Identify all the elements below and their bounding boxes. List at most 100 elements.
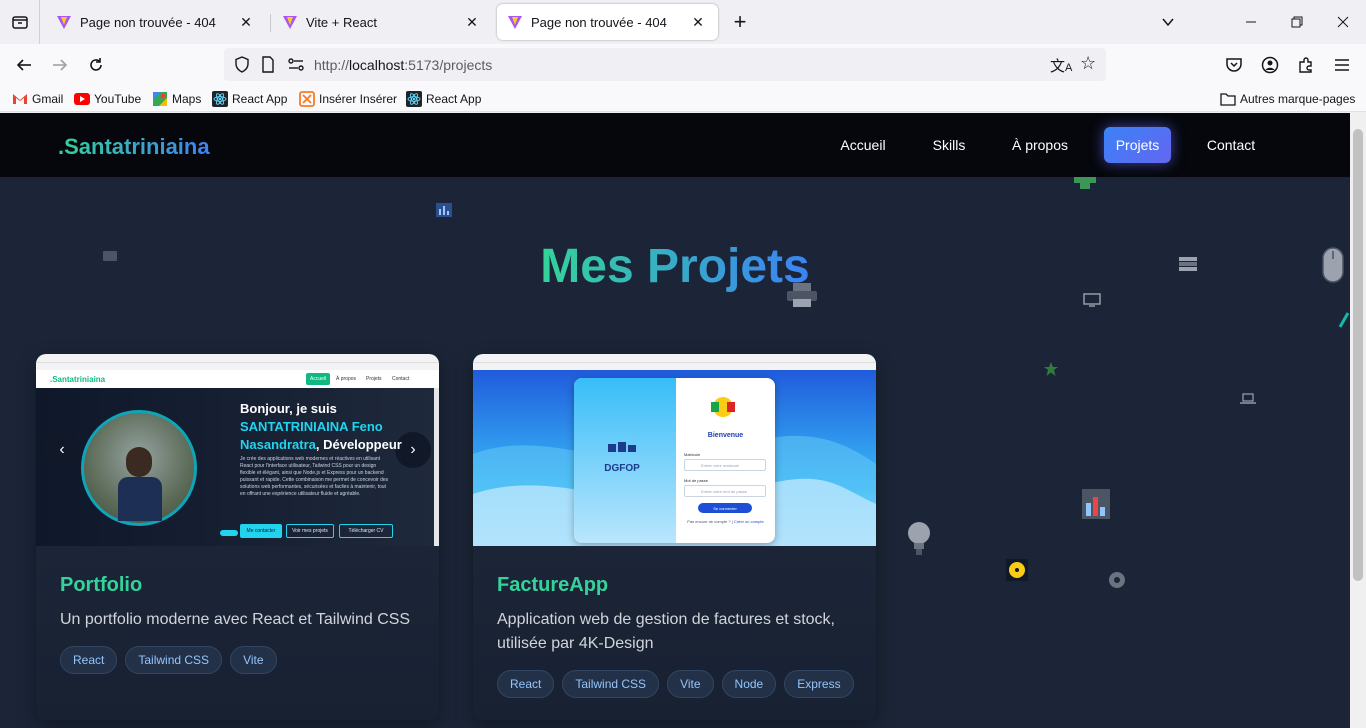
bookmark-label: Insérer Insérer (319, 92, 398, 106)
list-all-tabs-button[interactable] (1145, 0, 1191, 44)
project-screenshot: DGFOP Bienvenue Matricule Entrer votre m… (473, 354, 876, 546)
tech-tag: React (60, 646, 118, 674)
menu-button[interactable] (1330, 53, 1354, 77)
bookmark-react-app-2[interactable]: React App (406, 90, 481, 108)
nav-link-skills[interactable]: Skills (918, 127, 980, 163)
bookmark-label: Maps (172, 92, 202, 106)
tech-tag: Vite (230, 646, 277, 674)
project-card-factureapp[interactable]: DGFOP Bienvenue Matricule Entrer votre m… (473, 354, 876, 720)
address-bar[interactable]: http://localhost:5173/projects 文A ☆ (224, 48, 1106, 81)
tab-list-button[interactable] (0, 0, 40, 44)
scrollbar-thumb[interactable] (1353, 129, 1363, 581)
preview-brand: .Santatriniaina (50, 375, 106, 384)
project-tags: React Tailwind CSS Vite Node Express (497, 670, 854, 698)
browser-tab-3-active[interactable]: Page non trouvée - 404 ✕ (497, 4, 718, 40)
nav-link-projets[interactable]: Projets (1104, 127, 1171, 163)
url-text[interactable]: http://localhost:5173/projects (314, 57, 492, 73)
tab-list-icon (11, 16, 28, 29)
puzzle-icon (1299, 57, 1312, 73)
preview-login-left: DGFOP (574, 378, 676, 543)
close-icon[interactable]: ✕ (462, 12, 482, 32)
bookmark-youtube[interactable]: YouTube (74, 90, 141, 108)
preview-greeting: Bonjour, je suis (240, 401, 337, 416)
chevron-down-icon (1162, 18, 1174, 27)
browser-tab-1[interactable]: Page non trouvée - 404 ✕ (46, 4, 266, 40)
dgfop-logo-icon: DGFOP (602, 442, 642, 474)
pocket-icon (1226, 58, 1242, 72)
nav-link-accueil[interactable]: Accueil (826, 127, 900, 163)
shield-icon[interactable] (234, 56, 250, 73)
nav-link-contact[interactable]: Contact (1194, 127, 1268, 163)
preview-field1-input: Entrer votre matricule (684, 459, 766, 471)
preview-site-header: .Santatriniaina Accueil À propos Projets… (36, 370, 439, 388)
disc-deco-icon (1006, 559, 1028, 581)
restore-icon (1291, 16, 1303, 28)
tech-tag: Tailwind CSS (562, 670, 660, 698)
gmail-icon (12, 91, 28, 107)
tab-separator (270, 14, 271, 32)
browser-tab-2[interactable]: Vite + React ✕ (272, 4, 492, 40)
minimize-button[interactable] (1228, 0, 1274, 44)
browser-tab-bar: Page non trouvée - 404 ✕ Vite + React ✕ … (0, 0, 1366, 44)
tech-tag: Tailwind CSS (125, 646, 223, 674)
vite-icon (283, 16, 297, 29)
restore-button[interactable] (1274, 0, 1320, 44)
close-icon[interactable]: ✕ (236, 12, 256, 32)
minimize-icon (1246, 21, 1256, 23)
page-icon[interactable] (261, 56, 275, 73)
vite-icon (57, 16, 71, 29)
forward-button[interactable] (48, 53, 72, 77)
other-bookmarks-folder[interactable]: Autres marque-pages (1220, 90, 1355, 108)
folder-icon (1220, 91, 1236, 107)
bookmark-star-icon[interactable]: ☆ (1080, 53, 1096, 74)
project-description: Un portfolio moderne avec React et Tailw… (60, 611, 411, 628)
back-button[interactable] (12, 53, 36, 77)
maps-icon (152, 91, 168, 107)
pocket-button[interactable] (1222, 53, 1246, 77)
bookmark-gmail[interactable]: Gmail (12, 90, 63, 108)
monitor-deco-icon (1083, 293, 1101, 307)
tab-title: Page non trouvée - 404 (531, 14, 667, 30)
emblem-icon (711, 397, 735, 417)
reload-button[interactable] (84, 53, 108, 77)
site-header: .Santatriniaina Accueil Skills À propos … (0, 113, 1350, 177)
preview-welcome: Bienvenue (707, 432, 744, 439)
bookmark-label: Gmail (32, 92, 64, 106)
pen-deco-icon (1338, 312, 1350, 328)
carousel-prev-button[interactable]: ‹ (44, 432, 80, 468)
project-description: Application web de gestion de factures e… (497, 611, 835, 652)
extensions-button[interactable] (1294, 53, 1318, 77)
translate-icon[interactable]: 文A (1050, 55, 1072, 76)
preview-menu-item: Projets (366, 376, 382, 382)
tech-tag: Express (784, 670, 854, 698)
bookmark-label: Autres marque-pages (1240, 92, 1356, 106)
preview-cv-button: Télécharger CV (339, 524, 393, 538)
nav-link-a-propos[interactable]: À propos (1000, 127, 1080, 163)
bookmark-react-app-1[interactable]: React App (212, 90, 287, 108)
preview-signup-prompt: Pas encore de compte ? (687, 519, 731, 524)
site-logo[interactable]: .Santatriniaina (58, 134, 210, 160)
bar-chart-deco-icon (1082, 489, 1110, 519)
preview-menu-item: Contact (392, 376, 410, 382)
bookmark-maps[interactable]: Maps (152, 90, 201, 108)
project-title: Portfolio (60, 574, 143, 596)
permissions-icon[interactable] (288, 58, 304, 72)
url-scheme: http:// (314, 57, 350, 73)
tab-title: Page non trouvée - 404 (80, 14, 216, 30)
star-deco-icon (1044, 362, 1058, 376)
url-path: :5173/projects (404, 57, 493, 73)
chevron-left-icon: ‹ (59, 441, 65, 458)
preview-scrollbar (434, 388, 439, 546)
preview-browser-chrome (473, 354, 876, 370)
bookmark-inserer[interactable]: Insérer Insérer (299, 90, 397, 108)
new-tab-button[interactable]: + (728, 9, 752, 34)
tech-tag: Node (721, 670, 777, 698)
project-card-portfolio[interactable]: .Santatriniaina Accueil À propos Projets… (36, 354, 439, 720)
preview-role: , Développeur (315, 437, 402, 452)
laptop-deco-icon (1240, 393, 1256, 404)
close-icon[interactable]: ✕ (688, 12, 708, 32)
account-button[interactable] (1258, 53, 1282, 77)
close-window-button[interactable] (1320, 0, 1366, 44)
bookmark-label: React App (232, 92, 288, 106)
page-scrollbar[interactable] (1350, 113, 1366, 728)
